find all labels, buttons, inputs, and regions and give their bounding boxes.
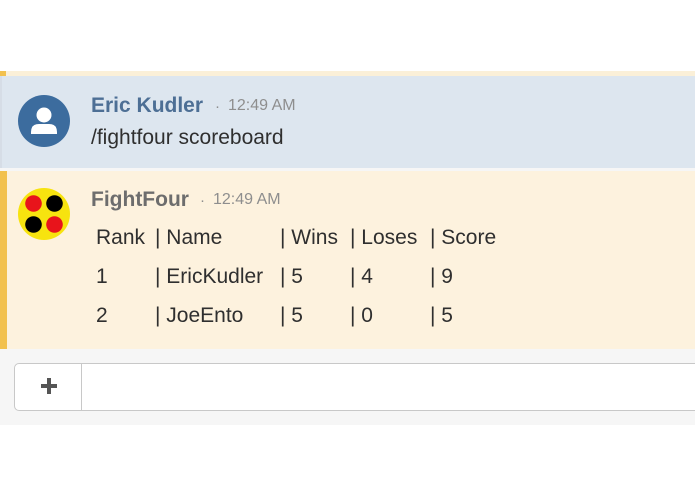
header-cell-wins: | Wins — [280, 226, 338, 249]
message-sender[interactable]: Eric Kudler — [91, 94, 203, 118]
message-text: /fightfour scoreboard — [91, 126, 284, 149]
message-sender[interactable]: FightFour — [91, 188, 189, 212]
cell-score: | 5 — [430, 304, 453, 327]
separator-dot: · — [200, 192, 205, 209]
bot-avatar[interactable] — [18, 188, 70, 240]
cell-wins: | 5 — [280, 265, 303, 288]
cell-wins: | 5 — [280, 304, 303, 327]
cell-rank: 2 — [96, 304, 108, 327]
user-silhouette-icon — [31, 107, 57, 134]
separator-dot: · — [215, 98, 220, 115]
cell-loses: | 4 — [350, 265, 373, 288]
cell-loses: | 0 — [350, 304, 373, 327]
plus-icon — [41, 378, 57, 394]
message-timestamp[interactable]: 12:49 AM — [213, 191, 281, 209]
user-avatar[interactable] — [18, 95, 70, 147]
header-cell-score: | Score — [430, 226, 497, 249]
header-cell-rank: Rank — [96, 226, 146, 249]
four-dots-logo-icon — [18, 188, 70, 240]
cell-name: | EricKudler — [155, 265, 264, 288]
header-cell-name: | Name — [155, 226, 223, 249]
header-cell-loses: | Loses — [350, 226, 418, 249]
message-timestamp[interactable]: 12:49 AM — [228, 97, 296, 115]
message-input[interactable] — [14, 363, 695, 411]
cell-score: | 9 — [430, 265, 453, 288]
cell-rank: 1 — [96, 265, 108, 288]
message-user — [0, 76, 695, 168]
cell-name: | JoeEnto — [155, 304, 244, 327]
